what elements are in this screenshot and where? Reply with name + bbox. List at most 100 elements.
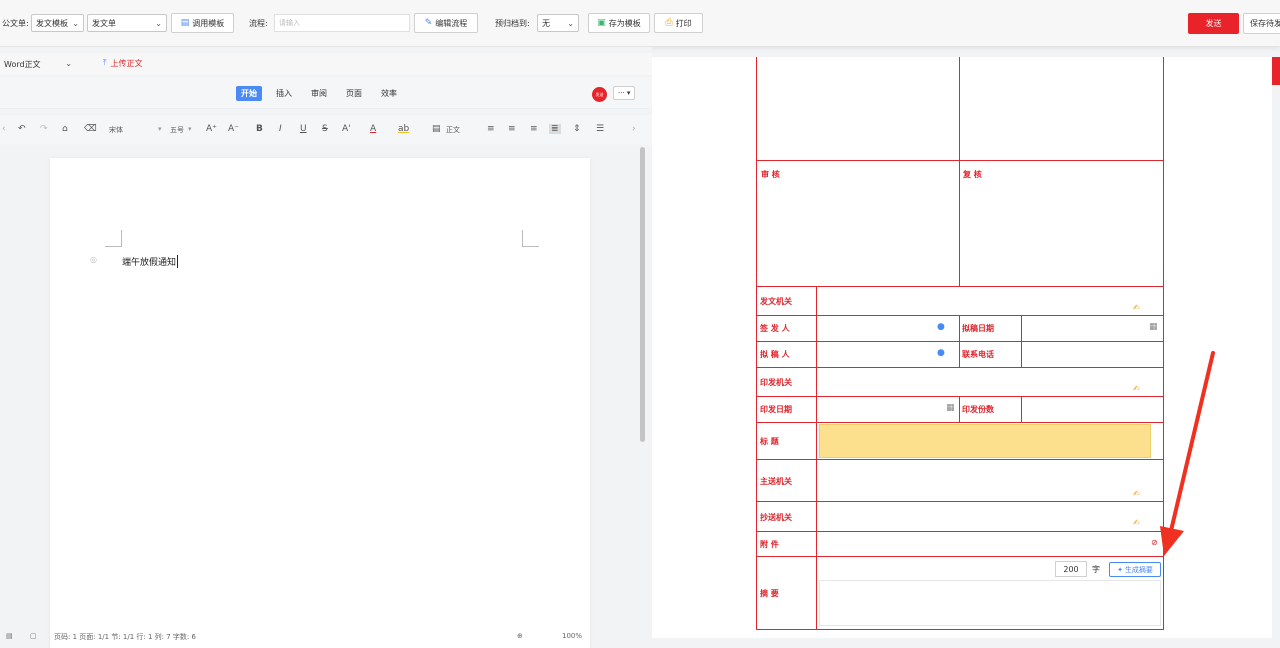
right-sidebar xyxy=(1272,57,1280,638)
org-picker-icon[interactable]: ✍ xyxy=(1133,489,1140,498)
justify-icon[interactable]: ≣ xyxy=(549,124,561,134)
recheck-label: 复 核 xyxy=(963,170,982,179)
body-type-value: Word正文 xyxy=(4,59,41,69)
save-pending-button[interactable]: 保存待发 xyxy=(1243,13,1280,34)
align-left-icon[interactable]: ≡ xyxy=(487,124,495,134)
font-color-icon[interactable]: A xyxy=(370,124,376,134)
status-text: 页码: 1 页面: 1/1 节: 1/1 行: 1 列: 7 字数: 6 xyxy=(54,633,196,641)
editor-panel: Word正文 ⌄ ⤒ 上传正文 开始 插入 审阅 页面 效率 发送 ··· ▾ … xyxy=(0,47,652,648)
tab-efficiency[interactable]: 效率 xyxy=(381,88,397,99)
grow-font-icon[interactable]: A⁺ xyxy=(206,124,217,134)
paragraph-marker-icon: ◎ xyxy=(90,255,97,264)
magic-icon: ✦ xyxy=(1117,565,1123,574)
flow-placeholder: 请输入 xyxy=(279,19,300,27)
italic-icon[interactable]: I xyxy=(279,124,282,134)
body-type-select[interactable]: Word正文 ⌄ xyxy=(0,55,76,73)
summary-count-input[interactable]: 200 xyxy=(1055,561,1087,577)
print-date-label: 印发日期 xyxy=(760,405,792,414)
style-label[interactable]: 正文 xyxy=(446,125,460,135)
list-icon[interactable]: ☰ xyxy=(596,124,604,134)
chevron-down-icon: ⌄ xyxy=(155,19,162,28)
redo-icon[interactable]: ↷ xyxy=(40,124,48,134)
calendar-icon[interactable]: ▦ xyxy=(1149,322,1158,332)
style-icon: ▤ xyxy=(432,124,441,134)
top-toolbar: 公文单: 发文模板 ⌄ 发文单 ⌄ ▤ 调用模板 流程: 请输入 ✎ 编辑流程 … xyxy=(0,0,1280,47)
chevron-down-icon: ⌄ xyxy=(72,19,79,28)
archive-label: 预归档到: xyxy=(495,18,530,28)
annotation-arrow xyxy=(1160,351,1215,556)
clear-format-icon[interactable]: ⌫ xyxy=(84,124,97,134)
superscript-icon[interactable]: A' xyxy=(342,124,351,134)
main-recipient-label: 主送机关 xyxy=(760,477,792,486)
tab-page[interactable]: 页面 xyxy=(346,88,362,99)
font-size[interactable]: 五号 xyxy=(170,125,184,135)
org-picker-icon[interactable]: ✍ xyxy=(1133,384,1140,393)
save-template-icon: ▣ xyxy=(597,17,606,28)
archive-select[interactable]: 无 ⌄ xyxy=(537,14,579,32)
underline-icon[interactable]: U xyxy=(300,124,307,134)
align-center-icon[interactable]: ≡ xyxy=(508,124,516,134)
upload-body-link[interactable]: ⤒ 上传正文 xyxy=(103,58,143,69)
person-icon[interactable]: ● xyxy=(937,348,945,358)
editor-scrollbar[interactable] xyxy=(640,147,645,442)
zoom-level[interactable]: 100% xyxy=(562,632,582,640)
org-picker-icon[interactable]: ✍ xyxy=(1133,303,1140,312)
apply-template-button[interactable]: ▤ 调用模板 xyxy=(171,13,234,33)
document-page[interactable]: ◎ 端午放假通知 xyxy=(50,158,590,648)
flow-input[interactable]: 请输入 xyxy=(274,14,410,32)
title-input[interactable] xyxy=(819,424,1151,458)
generate-summary-label: 生成摘要 xyxy=(1124,565,1153,574)
tab-review[interactable]: 审阅 xyxy=(311,88,327,99)
drafter-label: 拟 稿 人 xyxy=(760,350,790,359)
highlight-icon[interactable]: ab xyxy=(398,124,409,134)
globe-icon[interactable]: ⊕ xyxy=(517,632,523,640)
person-icon[interactable]: ● xyxy=(937,322,945,332)
line-spacing-icon[interactable]: ⇕ xyxy=(573,124,581,134)
format-painter-icon[interactable]: ⌂ xyxy=(62,124,68,134)
doc-template-select[interactable]: 发文模板 ⌄ xyxy=(31,14,84,32)
outline-icon[interactable]: ▢ xyxy=(30,632,37,640)
document-text[interactable]: 端午放假通知 xyxy=(122,255,179,268)
ribbon-tabs: 开始 插入 审阅 页面 效率 发送 ··· ▾ xyxy=(0,77,652,109)
print-copies-label: 印发份数 xyxy=(962,405,994,414)
document-form: 审 核 复 核 发文机关 ✍ 签 发 人 ● 拟稿日期 ▦ 拟 稿 人 ● 联系… xyxy=(756,57,1164,630)
scroll-right-icon[interactable]: › xyxy=(632,124,636,134)
signer-label: 签 发 人 xyxy=(760,324,790,333)
scroll-left-icon[interactable]: ‹ xyxy=(2,124,6,134)
draft-date-label: 拟稿日期 xyxy=(962,324,994,333)
chevron-down-icon: ▾ xyxy=(188,125,192,133)
flow-label: 流程: xyxy=(249,18,268,28)
align-right-icon[interactable]: ≡ xyxy=(530,124,538,134)
tab-home[interactable]: 开始 xyxy=(236,86,262,101)
summary-label: 摘 要 xyxy=(760,589,779,598)
edit-flow-button[interactable]: ✎ 编辑流程 xyxy=(414,13,478,33)
print-org-label: 印发机关 xyxy=(760,378,792,387)
chevron-down-icon: ▾ xyxy=(158,125,162,133)
tab-insert[interactable]: 插入 xyxy=(276,88,292,99)
upload-label: 上传正文 xyxy=(110,59,143,68)
edit-flow-icon: ✎ xyxy=(424,17,433,28)
review-label: 审 核 xyxy=(761,170,780,179)
page-view-icon[interactable]: ▤ xyxy=(6,632,13,640)
edit-flow-label: 编辑流程 xyxy=(435,18,468,28)
more-menu-button[interactable]: ··· ▾ xyxy=(613,86,636,100)
font-name[interactable]: 宋体 xyxy=(109,125,123,135)
apply-template-label: 调用模板 xyxy=(192,18,225,28)
bold-icon[interactable]: B xyxy=(256,124,263,134)
avatar[interactable]: 发送 xyxy=(592,87,607,102)
calendar-icon[interactable]: ▦ xyxy=(946,403,955,413)
org-picker-icon[interactable]: ✍ xyxy=(1133,518,1140,527)
cc-label: 抄送机关 xyxy=(760,513,792,522)
print-button[interactable]: ⎙ 打印 xyxy=(654,13,703,33)
template-icon: ▤ xyxy=(180,17,190,28)
save-as-template-label: 存为模板 xyxy=(608,18,641,28)
print-label: 打印 xyxy=(675,18,692,28)
undo-icon[interactable]: ↶ xyxy=(18,124,26,134)
summary-textarea[interactable] xyxy=(819,580,1161,626)
doc-form-select[interactable]: 发文单 ⌄ xyxy=(87,14,167,32)
save-as-template-button[interactable]: ▣ 存为模板 xyxy=(588,13,650,33)
issuer-org-label: 发文机关 xyxy=(760,297,792,306)
send-button[interactable]: 发送 xyxy=(1188,13,1239,34)
strikethrough-icon[interactable]: S xyxy=(322,124,328,134)
shrink-font-icon[interactable]: A⁻ xyxy=(228,124,239,134)
